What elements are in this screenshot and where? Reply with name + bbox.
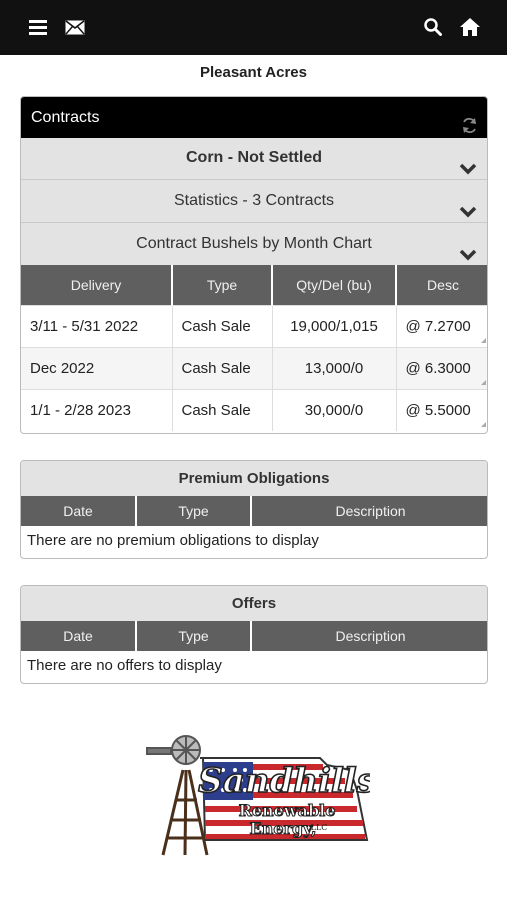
table-row[interactable]: 3/11 - 5/31 2022 Cash Sale 19,000/1,015 … [21,304,487,347]
desc-text: @ 6.3000 [405,359,471,377]
type-cell: Cash Sale [172,304,273,347]
column-header-description[interactable]: Description [251,496,487,526]
resize-handle-icon [481,337,486,343]
delivery-cell: 1/1 - 2/28 2023 [21,388,173,431]
logo-text-sandhills: Sandhills [198,761,370,801]
contracts-table: Delivery Type Qty/Del (bu) Desc 3/11 - 5… [21,265,487,431]
mail-icon[interactable] [62,14,88,40]
chart-toggle[interactable]: Contract Bushels by Month Chart [21,222,487,265]
desc-cell: @ 5.5000 [396,388,487,431]
premium-empty-message: There are no premium obligations to disp… [27,532,319,549]
home-icon[interactable] [457,14,483,40]
logo-text-renewable: Renewable [239,801,336,820]
column-header-qty[interactable]: Qty/Del (bu) [272,265,397,305]
delivery-cell: Dec 2022 [21,346,173,389]
chart-label: Contract Bushels by Month Chart [136,235,372,252]
column-header-date[interactable]: Date [21,496,137,526]
offers-title: Offers [21,586,487,621]
contracts-panel: Contracts Corn - Not Settled Statistics … [20,96,488,434]
table-row[interactable]: 1/1 - 2/28 2023 Cash Sale 30,000/0 @ 5.5… [21,388,487,431]
statistics-toggle[interactable]: Statistics - 3 Contracts [21,179,487,222]
menu-icon[interactable] [25,14,51,40]
search-icon[interactable] [420,14,446,40]
qty-cell: 13,000/0 [272,346,397,389]
offers-panel: Offers Date Type Description There are n… [20,585,488,684]
column-header-date[interactable]: Date [21,621,137,651]
logo-text-energy: Energy, [250,819,317,838]
premium-table: Date Type Description [21,496,487,526]
desc-text: @ 5.5000 [405,401,471,419]
desc-cell: @ 7.2700 [396,304,487,347]
column-header-type[interactable]: Type [172,265,273,305]
premium-title: Premium Obligations [21,461,487,496]
desc-cell: @ 6.3000 [396,346,487,389]
chevron-down-icon [459,236,477,278]
corn-not-settled-toggle[interactable]: Corn - Not Settled [21,138,487,179]
type-cell: Cash Sale [172,346,273,389]
section-title: Corn - Not Settled [186,149,322,166]
contracts-title: Contracts [31,109,100,126]
desc-text: @ 7.2700 [405,317,471,335]
resize-handle-icon [481,379,486,385]
offers-empty-message: There are no offers to display [27,657,222,674]
qty-cell: 19,000/1,015 [272,304,397,347]
qty-cell: 30,000/0 [272,388,397,431]
top-nav-bar [0,0,507,55]
column-header-type[interactable]: Type [136,496,252,526]
column-header-type[interactable]: Type [136,621,252,651]
statistics-label: Statistics - 3 Contracts [173,192,335,209]
logo-text-llc: LLC [311,823,328,832]
resize-handle-icon [481,422,486,427]
company-logo: Sandhills Renewable Energy, LLC [145,730,377,860]
premium-obligations-panel: Premium Obligations Date Type Descriptio… [20,460,488,559]
column-header-description[interactable]: Description [251,621,487,651]
offers-table: Date Type Description [21,621,487,651]
contracts-header: Contracts [21,97,487,138]
farm-name: Pleasant Acres [199,64,307,81]
delivery-cell: 3/11 - 5/31 2022 [21,304,173,347]
column-header-delivery[interactable]: Delivery [21,265,173,305]
type-cell: Cash Sale [172,388,273,431]
table-row[interactable]: Dec 2022 Cash Sale 13,000/0 @ 6.3000 [21,346,487,389]
